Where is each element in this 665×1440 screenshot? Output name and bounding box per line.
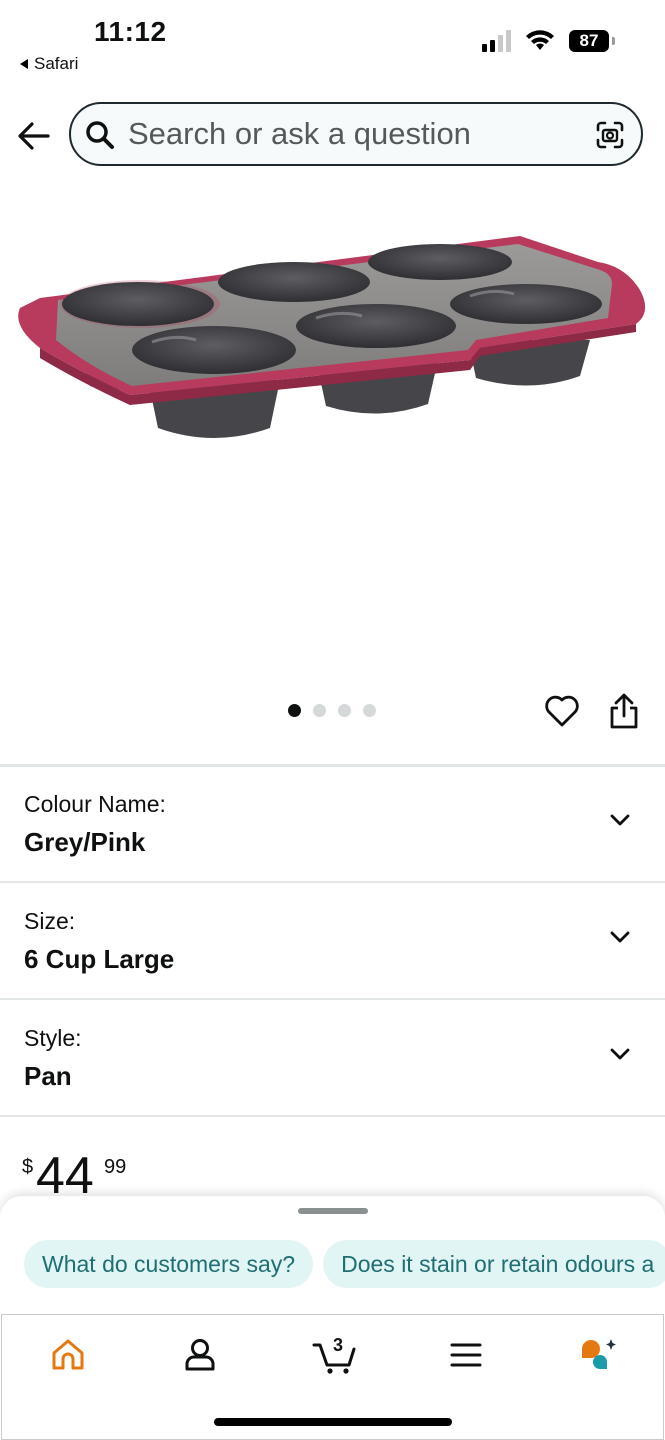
rufus-icon[interactable] bbox=[578, 1335, 618, 1375]
style-selector[interactable]: Style: Pan bbox=[0, 1001, 665, 1117]
suggestion-chips: What do customers say? Does it stain or … bbox=[24, 1240, 665, 1288]
home-icon[interactable] bbox=[48, 1335, 88, 1375]
variant-value: Pan bbox=[24, 1061, 72, 1091]
chevron-down-icon bbox=[610, 814, 630, 826]
status-icons: 87 bbox=[482, 30, 615, 52]
status-time: 11:12 bbox=[94, 16, 167, 47]
pagination-dot[interactable] bbox=[313, 704, 326, 717]
account-icon[interactable] bbox=[180, 1335, 220, 1375]
back-arrow-icon[interactable] bbox=[16, 118, 52, 154]
status-bar: 11:12 Safari 87 bbox=[0, 0, 665, 88]
search-bar[interactable] bbox=[69, 102, 643, 166]
image-pagination-dots[interactable] bbox=[288, 704, 376, 717]
menu-icon[interactable] bbox=[446, 1335, 486, 1375]
price-fraction: 99 bbox=[104, 1156, 127, 1178]
cart-icon[interactable]: 3 bbox=[312, 1335, 358, 1375]
wifi-icon bbox=[526, 30, 554, 50]
variant-value: 6 Cup Large bbox=[24, 944, 175, 974]
heart-icon[interactable] bbox=[544, 694, 580, 728]
price-whole: 44 bbox=[36, 1147, 94, 1205]
search-input[interactable] bbox=[128, 114, 578, 154]
sheet-drag-handle[interactable] bbox=[298, 1208, 368, 1214]
suggestion-chip[interactable]: Does it stain or retain odours a bbox=[323, 1240, 665, 1288]
pagination-dot[interactable] bbox=[338, 704, 351, 717]
back-to-safari-link[interactable]: Safari bbox=[20, 54, 78, 74]
search-icon bbox=[86, 121, 114, 149]
chevron-down-icon bbox=[610, 1048, 630, 1060]
suggestion-chip[interactable]: What do customers say? bbox=[24, 1240, 314, 1288]
price-currency: $ bbox=[22, 1156, 34, 1178]
cellular-signal-icon bbox=[482, 30, 511, 52]
battery-icon: 87 bbox=[569, 30, 615, 52]
variant-label: Size: bbox=[24, 908, 76, 934]
back-triangle-icon bbox=[20, 59, 28, 69]
camera-scan-icon[interactable] bbox=[595, 120, 625, 150]
chevron-down-icon bbox=[610, 931, 630, 943]
variant-label: Colour Name: bbox=[24, 791, 166, 817]
cart-count: 3 bbox=[333, 1335, 343, 1355]
home-indicator bbox=[214, 1418, 452, 1426]
battery-level: 87 bbox=[579, 31, 599, 50]
search-row bbox=[0, 100, 665, 172]
size-selector[interactable]: Size: 6 Cup Large bbox=[0, 884, 665, 1000]
product-image-muffin-pan[interactable] bbox=[0, 200, 665, 670]
pagination-dot[interactable] bbox=[363, 704, 376, 717]
colour-selector[interactable]: Colour Name: Grey/Pink bbox=[0, 767, 665, 883]
share-icon[interactable] bbox=[607, 692, 641, 730]
variant-value: Grey/Pink bbox=[24, 827, 146, 857]
back-app-label: Safari bbox=[34, 54, 79, 73]
variant-label: Style: bbox=[24, 1025, 82, 1051]
pagination-dot[interactable] bbox=[288, 704, 301, 717]
